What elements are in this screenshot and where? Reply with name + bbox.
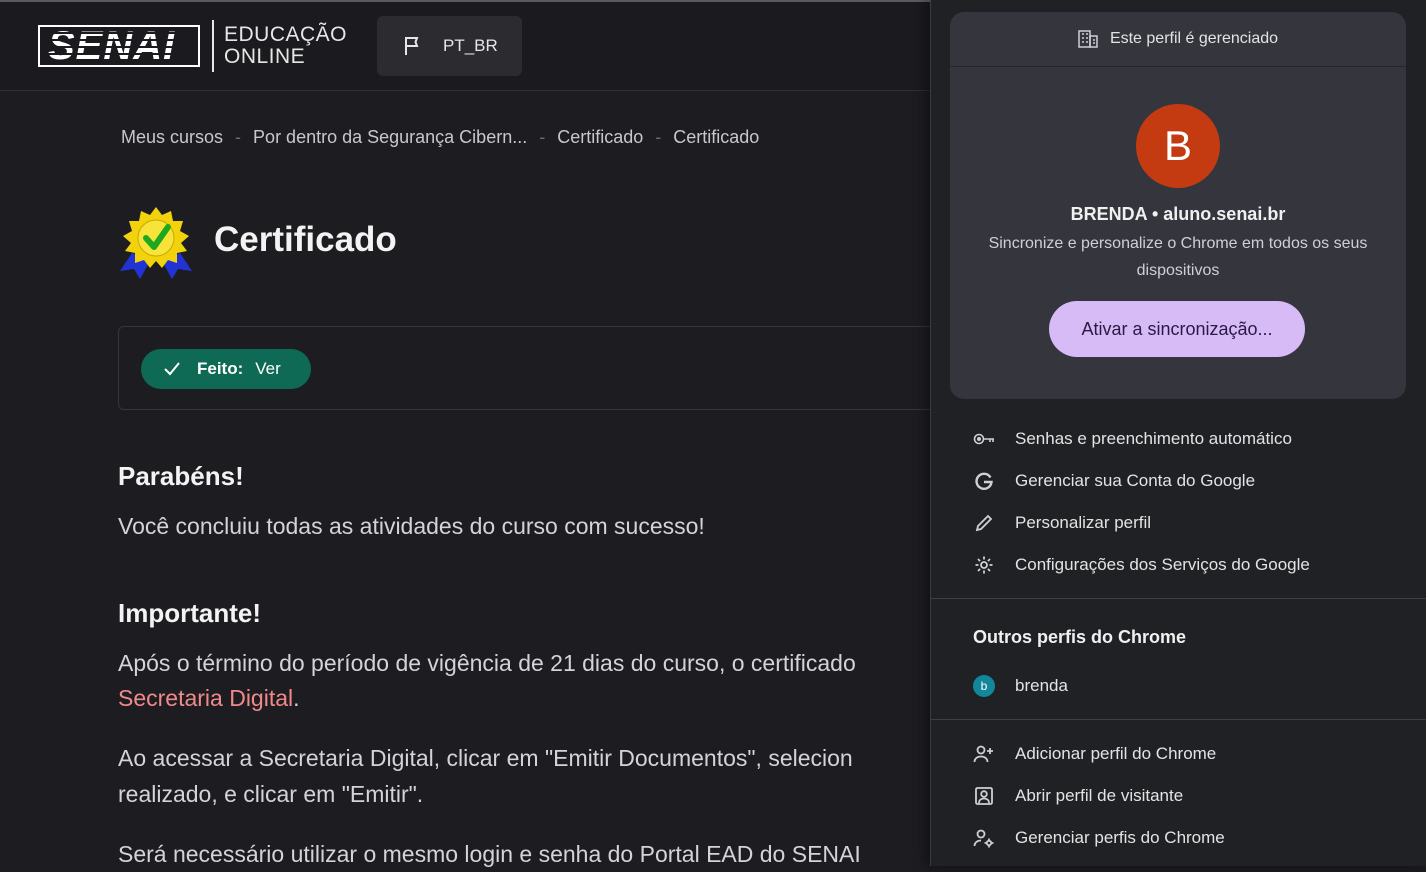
menu-divider xyxy=(931,598,1426,599)
other-profile-brenda[interactable]: b brenda xyxy=(973,671,1068,701)
menu-divider xyxy=(931,719,1426,720)
chrome-profile-menu: Este perfil é gerenciado B BRENDA • alun… xyxy=(930,0,1426,866)
gear-icon xyxy=(973,554,995,576)
breadcrumb-item-my-courses[interactable]: Meus cursos xyxy=(121,127,223,148)
menu-item-customize-profile[interactable]: Personalizar perfil xyxy=(973,508,1151,538)
senai-logo[interactable]: SENAI EDUCAÇÃO ONLINE xyxy=(38,20,347,72)
breadcrumb-item-current: Certificado xyxy=(673,127,760,147)
logo-wordmark: SENAI xyxy=(38,25,200,67)
menu-label: Adicionar perfil do Chrome xyxy=(1015,744,1217,763)
congrats-heading: Parabéns! xyxy=(118,461,244,491)
flag-icon xyxy=(405,37,419,55)
instructions-line-2: realizado, e clicar em "Emitir". xyxy=(118,781,424,807)
breadcrumb-item-course[interactable]: Por dentro da Segurança Cibern... xyxy=(253,127,527,148)
menu-item-guest-profile[interactable]: Abrir perfil de visitante xyxy=(973,781,1183,811)
menu-label: Configurações dos Serviços do Google xyxy=(1015,555,1310,574)
key-icon xyxy=(973,428,995,450)
add-person-icon xyxy=(973,743,995,765)
menu-item-passwords[interactable]: Senhas e preenchimento automático xyxy=(973,424,1292,454)
menu-label: Abrir perfil de visitante xyxy=(1015,786,1184,805)
completion-status-card: Feito: Ver xyxy=(118,326,1018,410)
breadcrumb-separator: - xyxy=(235,127,242,147)
checkmark-icon xyxy=(164,362,180,376)
managed-profile-header[interactable]: Este perfil é gerenciado xyxy=(950,12,1406,67)
important-text: Após o término do período de vigência de… xyxy=(118,650,856,676)
managed-profile-label: Este perfil é gerenciado xyxy=(1109,30,1279,47)
instructions-line-1: Ao acessar a Secretaria Digital, clicar … xyxy=(118,745,853,771)
manage-profiles-icon xyxy=(973,827,995,849)
language-label: PT_BR xyxy=(443,36,498,55)
menu-label: Gerenciar perfis do Chrome xyxy=(1015,828,1225,847)
language-button[interactable]: PT_BR xyxy=(377,16,522,76)
breadcrumb-separator: - xyxy=(655,127,662,147)
completion-value: Ver xyxy=(255,359,281,378)
google-icon xyxy=(973,470,995,492)
congrats-text: Você concluiu todas as atividades do cur… xyxy=(118,513,705,539)
other-profile-name: brenda xyxy=(1015,676,1068,695)
breadcrumb: Meus cursos - Por dentro da Segurança Ci… xyxy=(121,127,759,148)
completion-label: Feito: xyxy=(197,359,244,378)
important-period: . xyxy=(293,685,300,711)
logo-divider xyxy=(212,20,214,72)
profile-name: BRENDA • aluno.senai.br xyxy=(1070,204,1286,224)
pencil-icon xyxy=(973,512,995,534)
mini-avatar: b xyxy=(973,675,995,697)
guest-profile-icon xyxy=(973,785,995,807)
page-title: Certificado xyxy=(214,220,397,259)
important-link-line: Secretaria Digital. xyxy=(118,680,300,716)
profile-avatar-icon: b xyxy=(973,675,995,697)
menu-item-add-profile[interactable]: Adicionar perfil do Chrome xyxy=(973,739,1216,769)
enable-sync-button[interactable]: Ativar a sincronização... xyxy=(1049,301,1305,357)
menu-label: Gerenciar sua Conta do Google xyxy=(1015,471,1256,490)
logo-sub-line2: ONLINE xyxy=(224,45,306,68)
profile-card: Este perfil é gerenciado B BRENDA • alun… xyxy=(950,12,1406,399)
menu-item-manage-profiles[interactable]: Gerenciar perfis do Chrome xyxy=(973,823,1225,853)
building-icon xyxy=(1078,30,1098,48)
menu-item-google-services[interactable]: Configurações dos Serviços do Google xyxy=(973,550,1310,580)
secretaria-digital-link[interactable]: Secretaria Digital xyxy=(118,685,293,711)
other-profiles-title: Outros perfis do Chrome xyxy=(973,627,1187,647)
login-text: Será necessário utilizar o mesmo login e… xyxy=(118,841,861,867)
menu-label: Senhas e preenchimento automático xyxy=(1015,429,1292,448)
menu-label: Personalizar perfil xyxy=(1015,513,1152,532)
important-heading: Importante! xyxy=(118,598,261,628)
profile-avatar[interactable]: B xyxy=(1136,104,1220,188)
certificate-badge-icon xyxy=(120,207,192,279)
completion-badge[interactable]: Feito: Ver xyxy=(141,349,311,389)
logo-sub-line1: EDUCAÇÃO xyxy=(224,23,348,46)
breadcrumb-item-section[interactable]: Certificado xyxy=(557,127,643,148)
breadcrumb-separator: - xyxy=(539,127,546,147)
logo-subtitle: EDUCAÇÃO ONLINE xyxy=(224,24,347,68)
sync-description: Sincronize e personalize o Chrome em tod… xyxy=(988,235,1368,279)
menu-item-google-account[interactable]: Gerenciar sua Conta do Google xyxy=(973,466,1255,496)
